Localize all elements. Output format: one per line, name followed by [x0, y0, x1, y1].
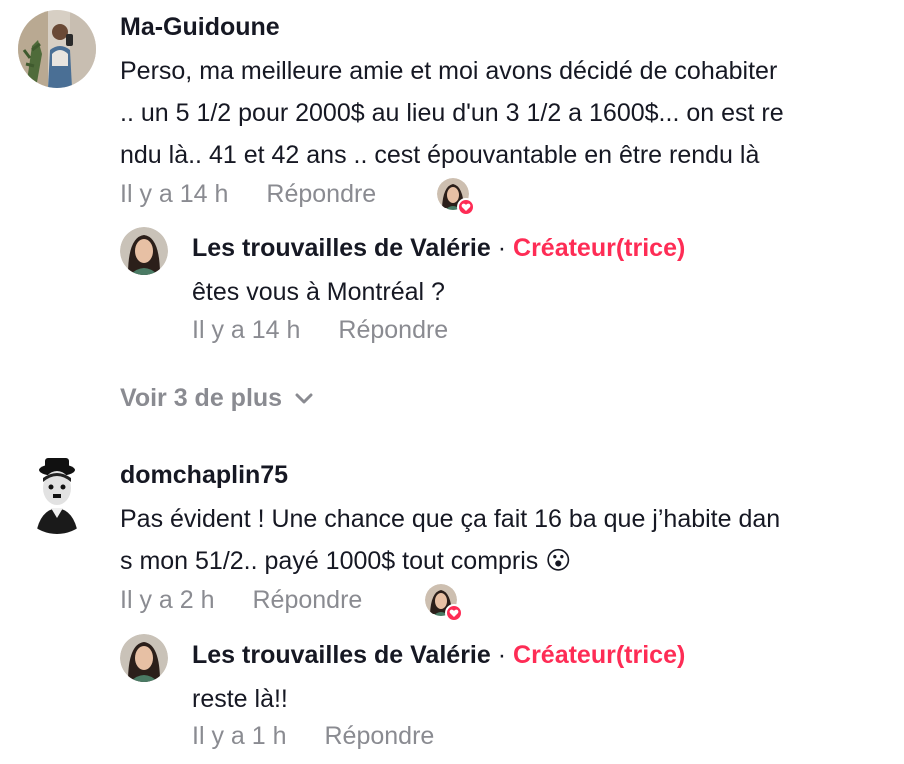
avatar[interactable]: [120, 227, 168, 275]
reply-button[interactable]: Répondre: [325, 722, 435, 750]
comment-text-line: Pas évident ! Une chance que ça fait 16 …: [120, 505, 781, 533]
reply-text: reste là!!: [192, 685, 288, 713]
reply-username[interactable]: Les trouvailles de Valérie: [192, 234, 491, 262]
separator-dot: ·: [497, 234, 507, 262]
comment-meta: Il y a 14 h Répondre: [120, 180, 376, 209]
comment-text-line: ndu là.. 41 et 42 ans .. cest épouvantab…: [120, 141, 760, 169]
comment-meta: Il y a 2 h Répondre: [120, 586, 362, 615]
comment-text: Perso, ma meilleure amie et moi avons dé…: [120, 50, 900, 176]
comment-text-line: s mon 51/2.. payé 1000$ tout compris 😮: [120, 547, 572, 575]
reply-header: Les trouvailles de Valérie · Créateur(tr…: [192, 234, 685, 263]
comment-username[interactable]: Ma-Guidoune: [120, 13, 280, 42]
reply-text: êtes vous à Montréal ?: [192, 278, 445, 306]
creator-like-avatar: [425, 584, 463, 622]
avatar[interactable]: [18, 10, 96, 88]
avatar[interactable]: [18, 456, 96, 534]
view-more-replies[interactable]: Voir 3 de plus: [120, 384, 314, 413]
comment-text-line: .. un 5 1/2 pour 2000$ au lieu d'un 3 1/…: [120, 99, 784, 127]
heart-icon: [445, 604, 463, 622]
comment-timestamp: Il y a 2 h: [120, 586, 215, 614]
creator-badge: Créateur(trice): [513, 234, 686, 262]
avatar[interactable]: [120, 634, 168, 682]
comment-text: Pas évident ! Une chance que ça fait 16 …: [120, 498, 900, 582]
reply-timestamp: Il y a 1 h: [192, 722, 287, 750]
creator-like-avatar: [437, 178, 475, 216]
comment-username[interactable]: domchaplin75: [120, 461, 288, 490]
reply-button[interactable]: Répondre: [253, 586, 363, 614]
reply-button[interactable]: Répondre: [266, 180, 376, 208]
view-more-label: Voir 3 de plus: [120, 384, 283, 412]
reply-timestamp: Il y a 14 h: [192, 316, 301, 344]
reply-button[interactable]: Répondre: [338, 316, 448, 344]
reply-meta: Il y a 14 h Répondre: [192, 316, 448, 345]
reply-header: Les trouvailles de Valérie · Créateur(tr…: [192, 641, 685, 670]
chevron-down-icon: [295, 393, 313, 403]
reply-username[interactable]: Les trouvailles de Valérie: [192, 641, 491, 669]
separator-dot: ·: [497, 641, 507, 669]
heart-icon: [457, 198, 475, 216]
reply-meta: Il y a 1 h Répondre: [192, 722, 434, 751]
comment-timestamp: Il y a 14 h: [120, 180, 229, 208]
creator-badge: Créateur(trice): [513, 641, 686, 669]
comment-text-line: Perso, ma meilleure amie et moi avons dé…: [120, 57, 778, 85]
